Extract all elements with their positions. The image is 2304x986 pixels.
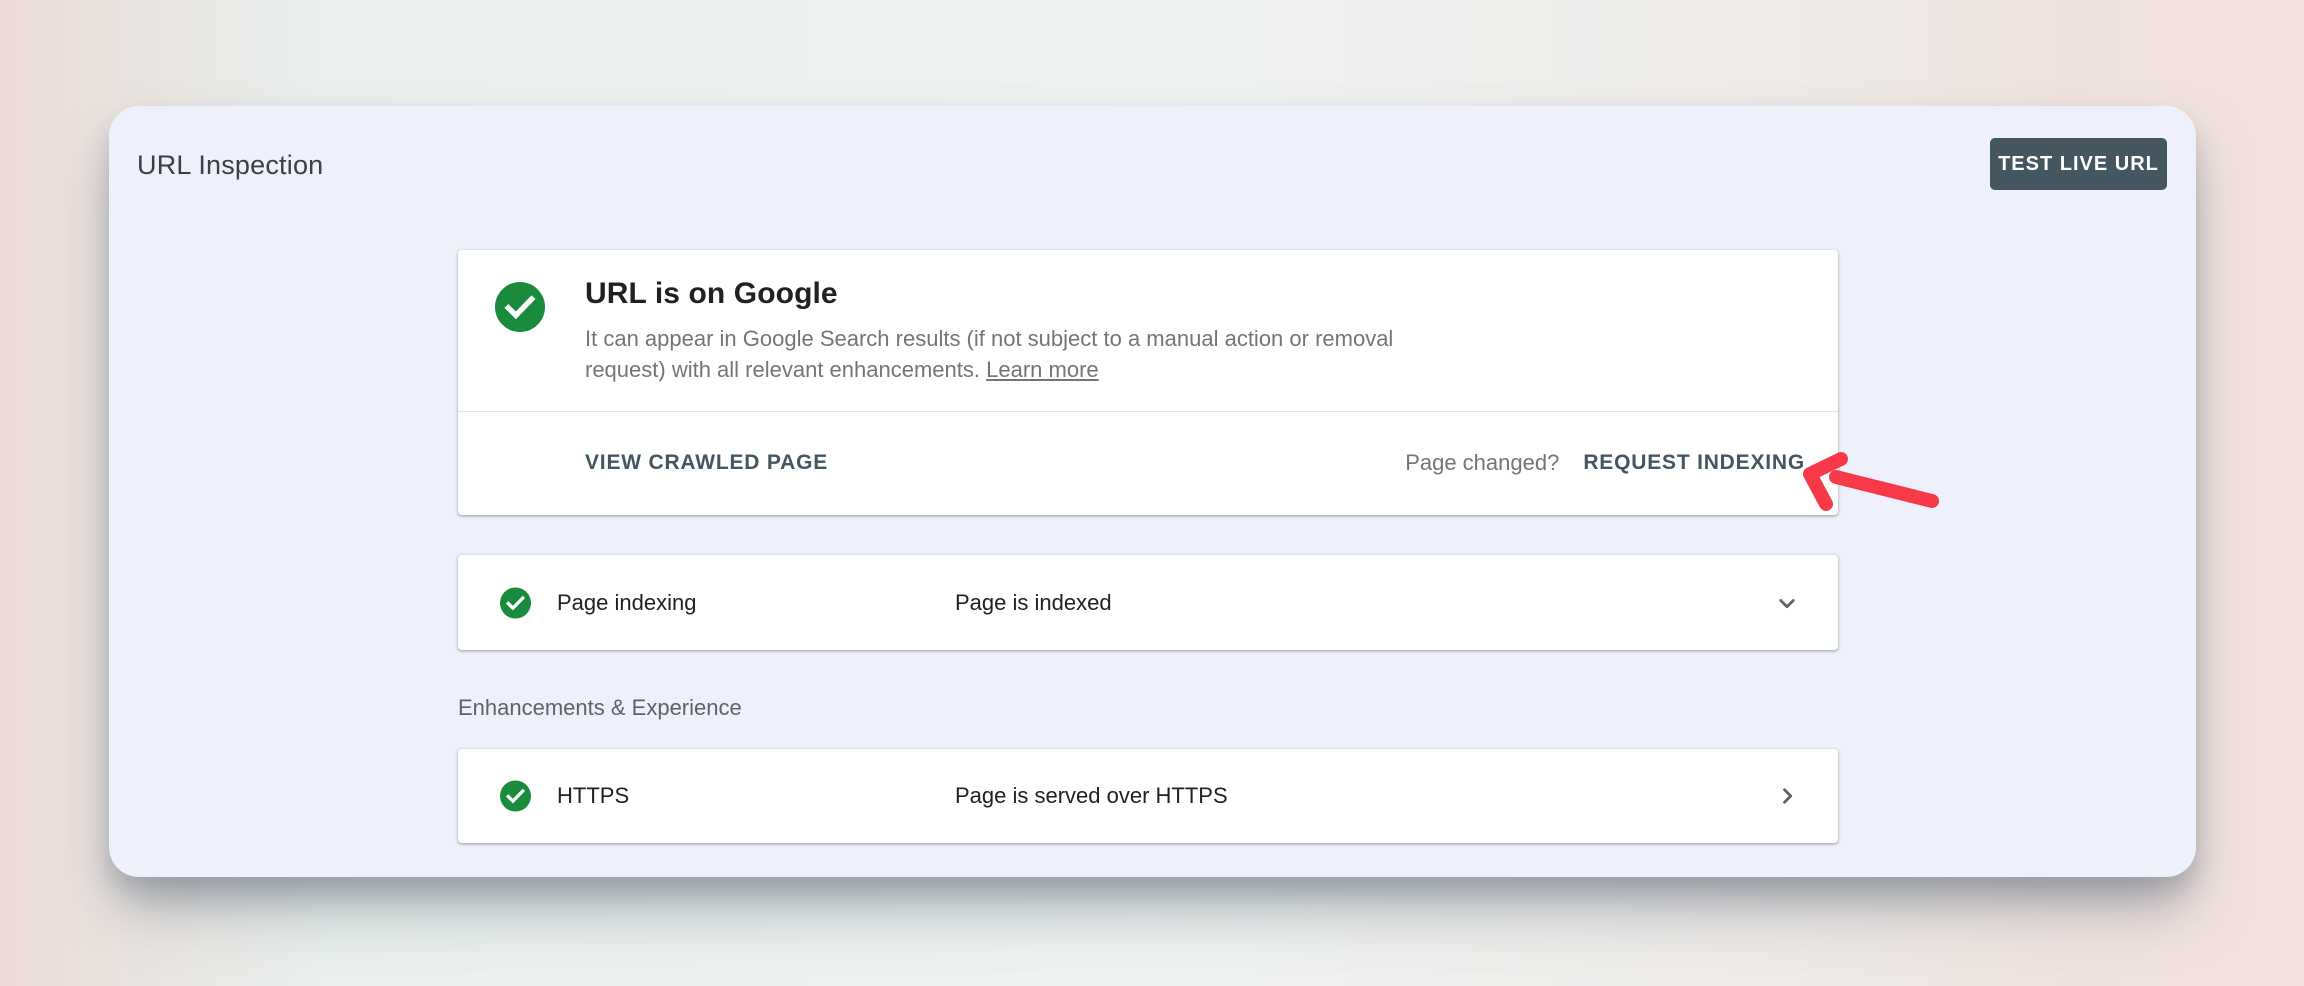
green-check-icon	[500, 781, 531, 812]
chevron-right-icon[interactable]	[1772, 781, 1802, 811]
green-check-icon	[495, 282, 545, 332]
verdict-description: It can appear in Google Search results (…	[585, 323, 1455, 385]
test-live-url-button-label: TEST LIVE URL	[1998, 153, 2159, 176]
chevron-down-icon[interactable]	[1772, 588, 1802, 618]
request-indexing-link[interactable]: REQUEST INDEXING	[1583, 451, 1805, 475]
enhancements-section-label: Enhancements & Experience	[458, 695, 742, 721]
page-changed-label: Page changed?	[1405, 450, 1559, 476]
https-row-label: HTTPS	[557, 783, 629, 809]
footer-right-group: Page changed? REQUEST INDEXING	[1405, 450, 1805, 476]
view-crawled-page-link[interactable]: VIEW CRAWLED PAGE	[585, 451, 828, 475]
verdict-text-block: URL is on Google It can appear in Google…	[585, 277, 1485, 385]
verdict-card: URL is on Google It can appear in Google…	[458, 250, 1838, 515]
page-title: URL Inspection	[137, 150, 323, 181]
page-indexing-row-label: Page indexing	[557, 590, 696, 616]
learn-more-link[interactable]: Learn more	[986, 357, 1099, 382]
page-indexing-row-status: Page is indexed	[955, 590, 1112, 616]
page-indexing-row[interactable]: Page indexing Page is indexed	[458, 555, 1838, 650]
verdict-card-body: URL is on Google It can appear in Google…	[458, 250, 1838, 412]
https-row-status: Page is served over HTTPS	[955, 783, 1228, 809]
test-live-url-button[interactable]: TEST LIVE URL	[1990, 138, 2167, 190]
page-background: URL Inspection TEST LIVE URL URL is on G…	[0, 0, 2304, 986]
https-row[interactable]: HTTPS Page is served over HTTPS	[458, 749, 1838, 843]
green-check-icon	[500, 587, 531, 618]
verdict-title: URL is on Google	[585, 277, 1485, 311]
url-inspection-panel: URL Inspection TEST LIVE URL URL is on G…	[109, 106, 2196, 877]
verdict-card-footer: VIEW CRAWLED PAGE Page changed? REQUEST …	[458, 412, 1838, 514]
